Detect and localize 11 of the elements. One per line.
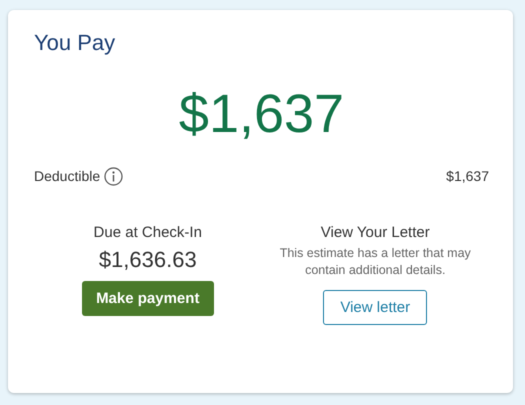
card-title: You Pay	[34, 30, 116, 56]
due-amount: $1,636.63	[98, 246, 197, 273]
due-label: Due at Check-In	[94, 224, 202, 241]
view-letter-button[interactable]: View letter	[323, 290, 428, 325]
deductible-amount: $1,637	[446, 168, 489, 184]
total-amount: $1,637	[178, 83, 346, 146]
letter-description: This estimate has a letter that may contain additional details.	[278, 244, 472, 279]
make-payment-button[interactable]: Make payment	[82, 280, 214, 316]
letter-title: View Your Letter	[320, 224, 430, 241]
deductible-label: Deductible	[34, 168, 100, 184]
info-icon[interactable]	[104, 166, 124, 186]
